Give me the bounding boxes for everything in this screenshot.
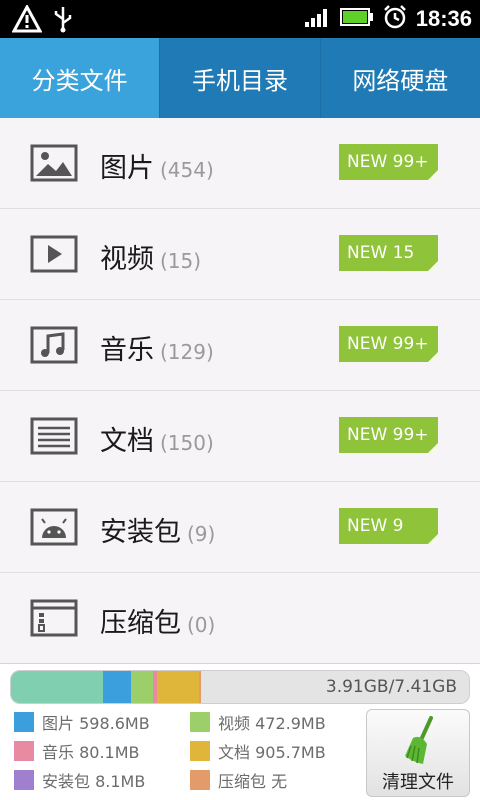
signal-icon [304,6,332,32]
storage-usage-text: 3.91GB/7.41GB [325,677,457,697]
category-count: (150) [160,431,214,455]
new-badge: NEW 15 [339,235,438,271]
category-row-documents[interactable]: 文档 (150) NEW 99+ [0,391,480,482]
category-name: 压缩包 [100,608,181,639]
category-count: (129) [160,340,214,364]
battery-icon [339,8,374,30]
category-name: 文档 [100,426,154,457]
category-row-archives[interactable]: 压缩包 (0) [0,573,480,664]
tab-categories[interactable]: 分类文件 [0,38,161,118]
category-row-music[interactable]: 音乐 (129) NEW 99+ [0,300,480,391]
legend-item-videos: 视频 472.9MB [190,710,326,734]
category-name: 音乐 [100,335,154,366]
segment-other [11,671,103,703]
video-icon [30,235,78,273]
category-count: (454) [160,158,214,182]
storage-panel: 3.91GB/7.41GB 图片 598.6MB 视频 472.9MB 音乐 8… [0,663,480,800]
category-count: (0) [187,613,216,637]
legend-item-apks: 安装包 8.1MB [14,768,145,792]
segment-images [103,671,131,703]
category-row-apks[interactable]: 安装包 (9) NEW 9 [0,482,480,573]
image-icon [30,144,78,182]
broom-icon [403,716,437,766]
tab-phone-directory[interactable]: 手机目录 [160,38,321,118]
segment-documents [157,671,199,703]
legend-item-documents: 文档 905.7MB [190,739,326,763]
android-icon [30,508,78,546]
archive-icon [30,599,78,637]
new-badge: NEW 99+ [339,144,438,180]
segment-videos [131,671,153,703]
category-name: 视频 [100,244,154,275]
tab-network-disk[interactable]: 网络硬盘 [320,38,480,118]
category-row-videos[interactable]: 视频 (15) NEW 15 [0,209,480,300]
legend-item-music: 音乐 80.1MB [14,739,140,763]
status-bar: 18:36 [0,0,480,38]
new-badge: NEW 99+ [339,326,438,362]
category-row-images[interactable]: 图片 (454) NEW 99+ [0,118,480,209]
legend-item-images: 图片 598.6MB [14,710,150,734]
storage-usage-bar: 3.91GB/7.41GB [10,670,470,704]
clean-files-button[interactable]: 清理文件 [366,709,470,797]
usb-icon [52,5,74,37]
alarm-icon [382,4,408,34]
legend-item-archives: 压缩包 无 [190,768,287,792]
clock-time: 18:36 [415,6,472,31]
clean-files-label: 清理文件 [382,772,454,793]
warning-icon [11,3,43,37]
category-count: (9) [187,522,216,546]
category-name: 图片 [100,153,154,184]
new-badge: NEW 99+ [339,417,438,453]
new-badge: NEW 9 [339,508,438,544]
category-list: 图片 (454) NEW 99+ 视频 (15) NEW 15 音乐 (129) NE… [0,118,480,664]
category-name: 安装包 [100,517,181,548]
segment-archives [199,671,201,703]
tab-bar: 分类文件 手机目录 网络硬盘 [0,38,480,118]
category-count: (15) [160,249,202,273]
music-icon [30,326,78,364]
document-icon [30,417,78,455]
